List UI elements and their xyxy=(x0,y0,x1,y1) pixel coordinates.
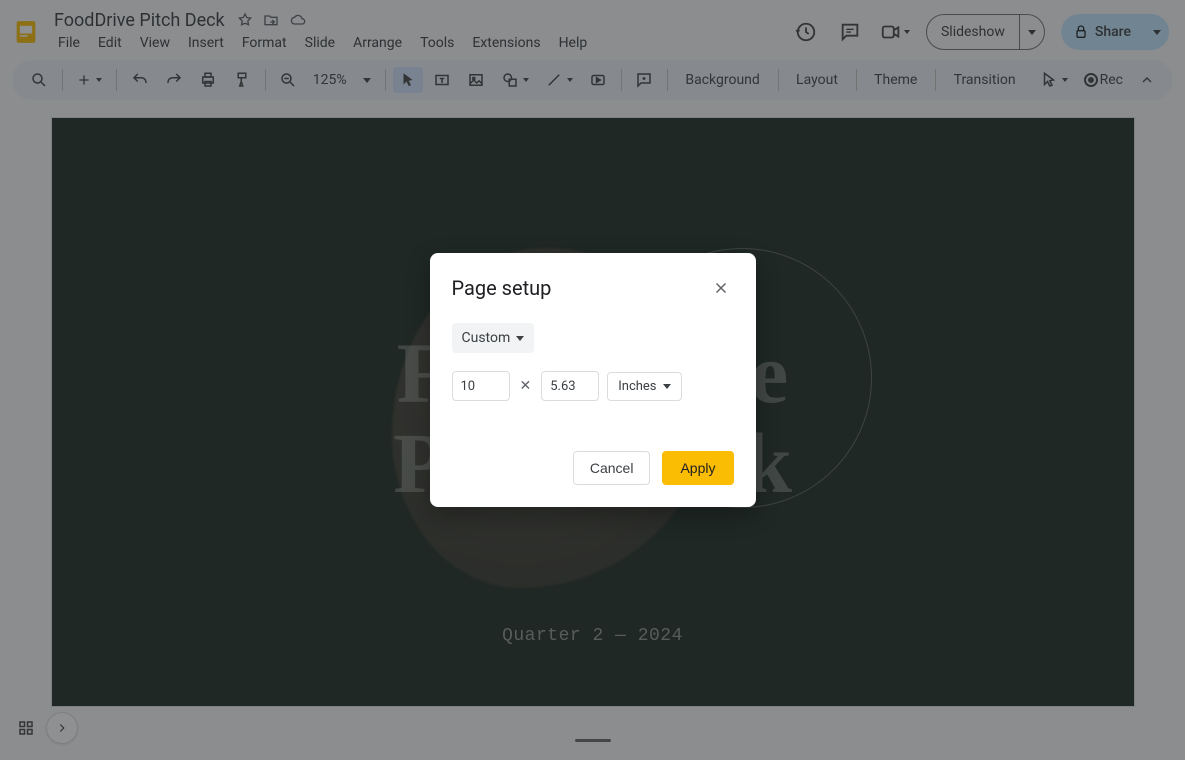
cancel-button[interactable]: Cancel xyxy=(573,451,651,485)
apply-button[interactable]: Apply xyxy=(662,451,733,485)
modal-overlay: Page setup Custom ✕ Inches Cancel Apply xyxy=(0,0,1185,760)
page-unit-label: Inches xyxy=(618,379,656,394)
page-preset-label: Custom xyxy=(462,330,511,346)
times-icon: ✕ xyxy=(518,378,534,394)
chevron-down-icon xyxy=(663,384,671,389)
chevron-down-icon xyxy=(516,336,524,341)
page-setup-dialog: Page setup Custom ✕ Inches Cancel Apply xyxy=(430,253,756,507)
page-height-input[interactable] xyxy=(541,371,599,401)
page-width-input[interactable] xyxy=(452,371,510,401)
page-unit-select[interactable]: Inches xyxy=(607,372,681,401)
page-preset-select[interactable]: Custom xyxy=(452,323,535,353)
dialog-title: Page setup xyxy=(452,276,552,300)
dialog-close-button[interactable] xyxy=(708,275,734,301)
